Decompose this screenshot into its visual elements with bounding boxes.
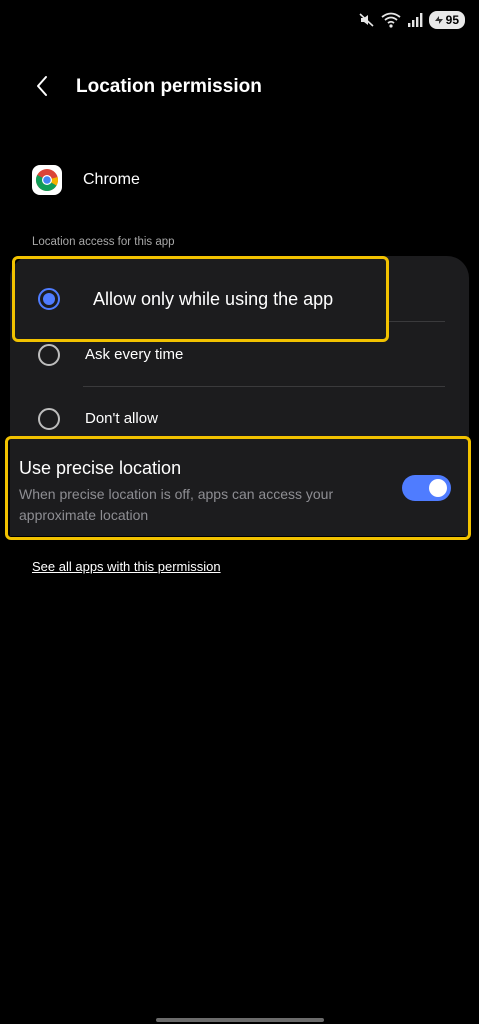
divider xyxy=(83,386,445,387)
battery-level: 95 xyxy=(445,13,459,27)
home-indicator[interactable] xyxy=(156,1018,324,1022)
battery-icon xyxy=(434,15,444,25)
chevron-left-icon xyxy=(35,75,49,102)
back-button[interactable] xyxy=(26,72,58,104)
status-icons: 95 xyxy=(359,11,465,29)
page-title: Location permission xyxy=(76,76,262,97)
option-allow-while-using[interactable]: Allow only while using the app xyxy=(14,258,387,340)
option-ask-every-time[interactable]: Ask every time xyxy=(10,336,469,376)
radio-button-checked[interactable] xyxy=(38,288,60,310)
toggle-knob xyxy=(429,479,447,497)
radio-button[interactable] xyxy=(38,408,60,430)
precise-location-toggle[interactable] xyxy=(402,475,451,501)
status-bar: 95 xyxy=(0,0,479,40)
app-row: Chrome xyxy=(32,160,140,200)
wifi-icon xyxy=(381,12,401,28)
precise-location-description: When precise location is off, apps can a… xyxy=(19,486,334,523)
section-label: Location access for this app xyxy=(32,236,175,248)
option-label: Ask every time xyxy=(85,346,184,363)
divider xyxy=(389,321,445,322)
app-bar: Location permission xyxy=(0,64,479,112)
battery-indicator: 95 xyxy=(428,11,465,29)
see-all-apps-link[interactable]: See all apps with this permission xyxy=(32,559,221,574)
option-dont-allow[interactable]: Don't allow xyxy=(10,400,469,440)
option-label: Don't allow xyxy=(85,410,158,427)
option-label: Allow only while using the app xyxy=(93,289,334,309)
mute-icon xyxy=(359,12,375,28)
app-name: Chrome xyxy=(83,171,140,188)
chrome-icon xyxy=(32,165,62,195)
signal-icon xyxy=(407,12,423,28)
precise-location-title: Use precise location xyxy=(19,458,182,478)
radio-button[interactable] xyxy=(38,344,60,366)
